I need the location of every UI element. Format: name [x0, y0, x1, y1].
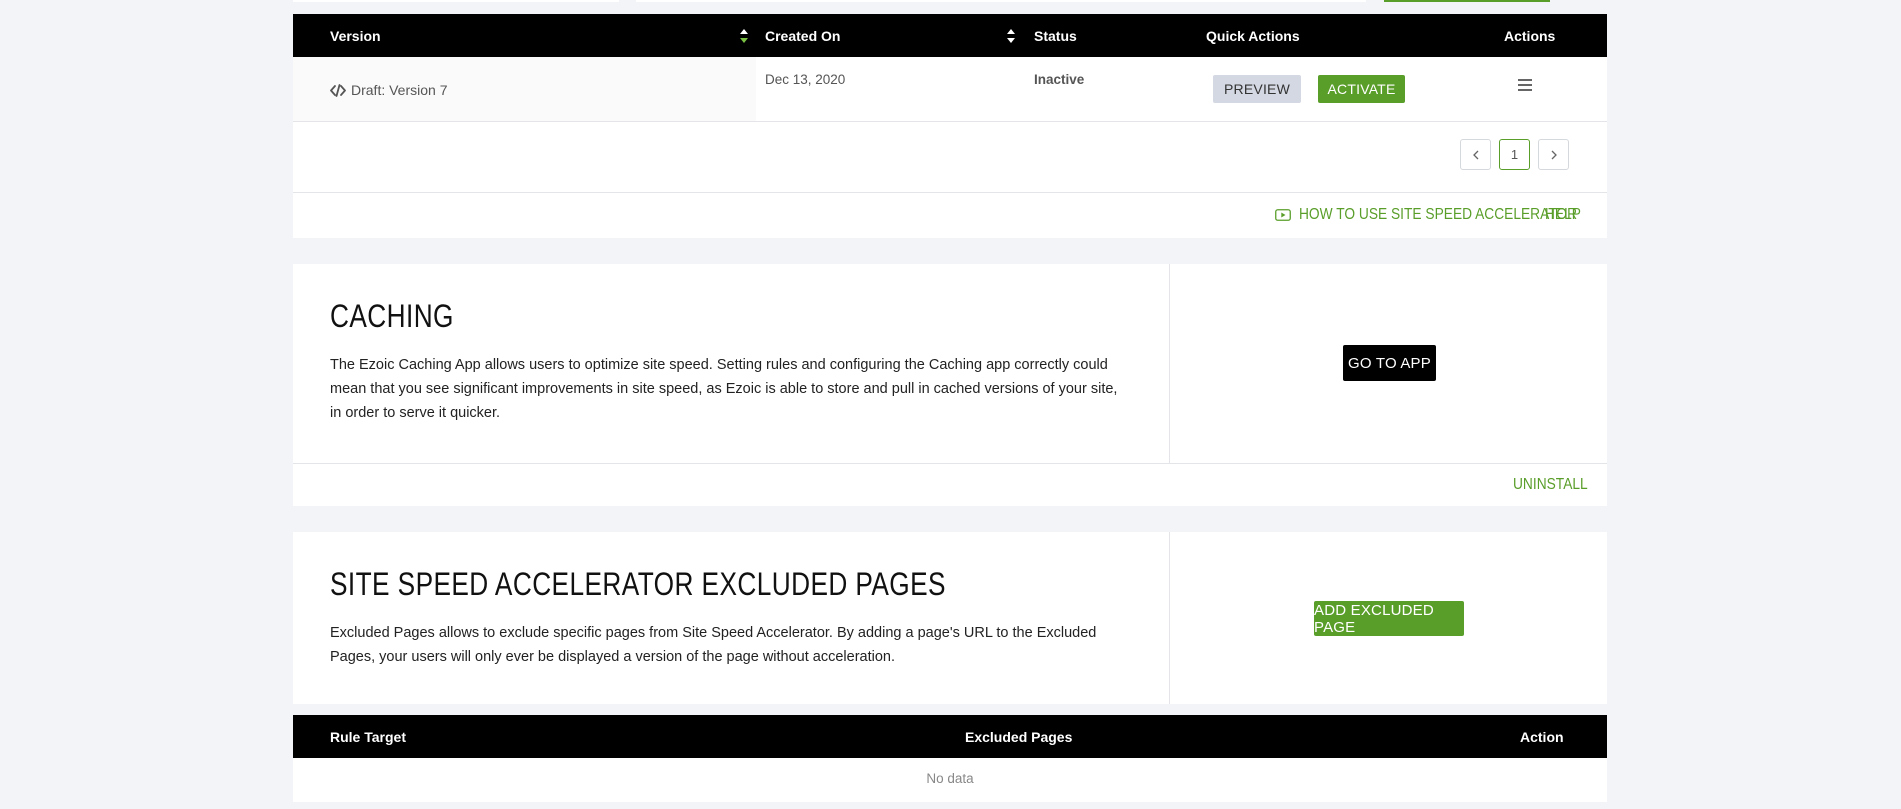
column-header-actions: Actions — [1504, 27, 1556, 44]
help-link[interactable]: HELP — [1545, 206, 1581, 224]
uninstall-link[interactable]: UNINSTALL — [1513, 476, 1588, 494]
code-icon — [330, 83, 346, 97]
excluded-pages-description: Excluded Pages allows to exclude specifi… — [330, 625, 1097, 665]
sort-icon-version[interactable] — [740, 28, 748, 44]
column-header-quick-actions: Quick Actions — [1206, 27, 1300, 44]
top-partial-input — [293, 0, 619, 2]
excluded-pages-table-header: Rule Target Excluded Pages Action — [293, 715, 1607, 758]
excluded-pages-title: SITE SPEED ACCELERATOR EXCLUDED PAGES — [330, 566, 946, 602]
caching-title: CACHING — [330, 298, 454, 334]
caching-description: The Ezoic Caching App allows users to op… — [330, 357, 1118, 421]
column-header-created-on[interactable]: Created On — [765, 28, 840, 44]
video-play-icon — [1275, 209, 1291, 221]
column-header-rule-target: Rule Target — [330, 728, 406, 745]
chevron-right-icon — [1551, 150, 1557, 159]
pagination-page-current[interactable]: 1 — [1499, 139, 1530, 170]
how-to-link-label: HOW TO USE SITE SPEED ACCELERATOR — [1299, 206, 1578, 223]
hamburger-menu-icon — [1518, 79, 1532, 91]
excluded-pages-card: SITE SPEED ACCELERATOR EXCLUDED PAGES Ex… — [293, 532, 1607, 704]
go-to-app-button[interactable]: GO TO APP — [1343, 345, 1436, 381]
activate-button[interactable]: ACTIVATE — [1318, 75, 1405, 103]
versions-card-footer: HOW TO USE SITE SPEED ACCELERATOR HELP — [293, 193, 1607, 238]
version-name: Draft: Version 7 — [351, 82, 448, 98]
top-partial-input-2 — [636, 0, 1366, 2]
excluded-pages-empty-row: No data — [293, 758, 1607, 802]
top-partial-green-button[interactable] — [1384, 0, 1550, 2]
preview-button[interactable]: PREVIEW — [1213, 75, 1301, 103]
column-header-version[interactable]: Version — [330, 28, 381, 44]
sort-icon-created-on[interactable] — [1007, 28, 1015, 44]
caching-card-divider-horizontal — [293, 463, 1607, 464]
version-cell-content[interactable]: Draft: Version 7 — [330, 82, 448, 98]
column-header-action: Action — [1520, 728, 1564, 745]
excluded-card-divider-vertical — [1169, 532, 1170, 704]
table-row: Draft: Version 7 Dec 13, 2020 Inactive P… — [293, 57, 1607, 122]
created-on-value: Dec 13, 2020 — [765, 72, 846, 87]
caching-card: CACHING The Ezoic Caching App allows use… — [293, 264, 1607, 506]
empty-state-text: No data — [926, 771, 974, 786]
chevron-left-icon — [1472, 150, 1478, 159]
pagination-next-button[interactable] — [1538, 139, 1569, 170]
caching-card-divider-vertical — [1169, 264, 1170, 463]
versions-table-header: Version Created On Status Quick Actions … — [293, 14, 1607, 57]
pagination-bar: 1 — [293, 122, 1607, 193]
status-badge: Inactive — [1034, 72, 1085, 87]
column-header-excluded-pages: Excluded Pages — [965, 728, 1073, 745]
column-header-status: Status — [1034, 27, 1077, 44]
row-actions-menu[interactable] — [1518, 78, 1532, 91]
pagination-prev-button[interactable] — [1460, 139, 1491, 170]
add-excluded-page-button[interactable]: ADD EXCLUDED PAGE — [1314, 601, 1464, 636]
